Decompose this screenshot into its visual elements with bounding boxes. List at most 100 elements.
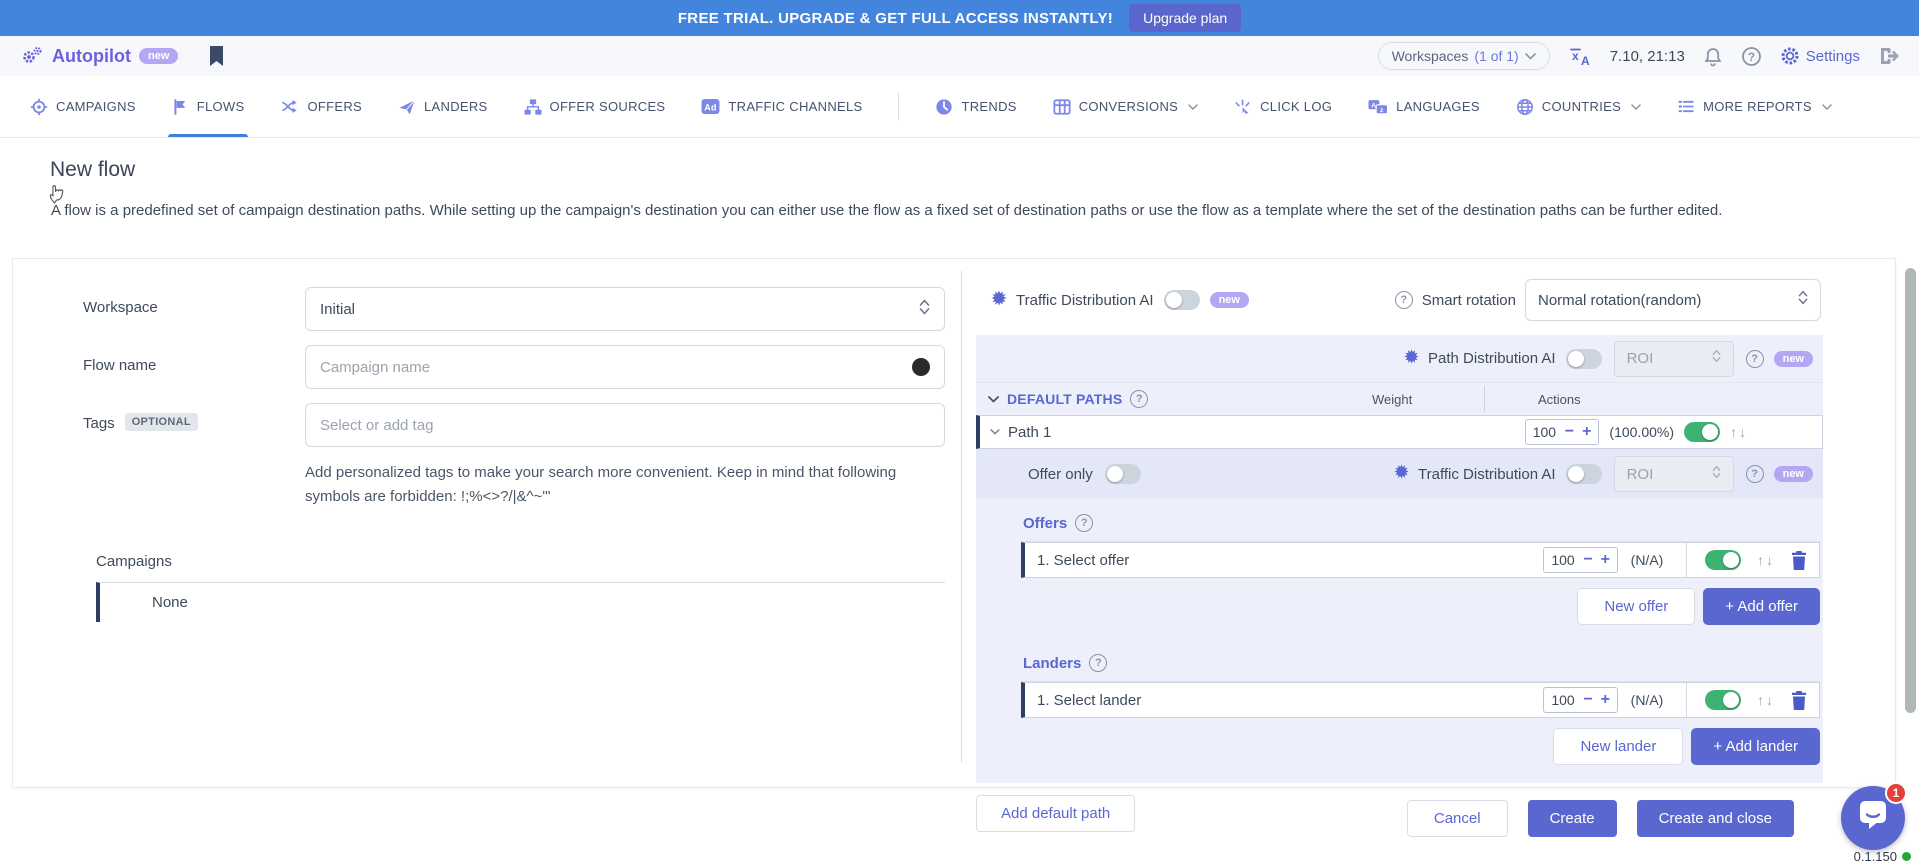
lander-name[interactable]: 1. Select lander — [1037, 692, 1543, 709]
languages-icon: Az — [1368, 98, 1388, 116]
weight-minus-button[interactable]: − — [1565, 424, 1574, 440]
add-lander-button[interactable]: + Add lander — [1691, 728, 1820, 765]
svg-text:?: ? — [1748, 52, 1755, 64]
flow-name-dot[interactable] — [912, 358, 930, 376]
autopilot-gears-icon — [20, 44, 44, 68]
svg-text:A: A — [1371, 102, 1376, 109]
nav-offers[interactable]: OFFERS — [280, 76, 362, 137]
path-enabled-toggle[interactable] — [1684, 422, 1720, 442]
nav-offer-sources[interactable]: OFFER SOURCES — [524, 76, 666, 137]
offers-help-icon[interactable]: ? — [1075, 514, 1093, 532]
path-row[interactable]: Path 1 100 − + (100.00%) ↑↓ — [976, 415, 1823, 449]
nav-campaigns[interactable]: CAMPAIGNS — [30, 76, 136, 137]
offer-row[interactable]: 1. Select offer 100 − + (N/A) ↑↓ — [1021, 542, 1820, 578]
trash-icon[interactable] — [1791, 551, 1807, 570]
path-ai-toggle[interactable] — [1566, 349, 1602, 369]
weight-plus-button[interactable]: + — [1601, 692, 1610, 708]
offer-reorder-arrows[interactable]: ↑↓ — [1757, 552, 1775, 568]
path-traffic-ai-help-icon[interactable]: ? — [1746, 465, 1764, 483]
gear-icon — [1780, 46, 1800, 66]
bell-icon[interactable] — [1703, 46, 1723, 67]
settings-button[interactable]: Settings — [1780, 46, 1860, 66]
nav-landers[interactable]: LANDERS — [398, 76, 488, 137]
ai-brain-icon — [990, 289, 1008, 312]
nav-label: TRENDS — [961, 99, 1016, 114]
smart-rotation-help-icon[interactable]: ? — [1395, 291, 1413, 309]
settings-label: Settings — [1806, 48, 1860, 65]
traffic-ai-toggle[interactable] — [1164, 290, 1200, 310]
nav-click-log[interactable]: CLICK LOG — [1234, 76, 1332, 137]
offers-heading-row: Offers ? — [1021, 499, 1820, 542]
create-and-close-button[interactable]: Create and close — [1637, 800, 1794, 837]
default-paths-label: DEFAULT PATHS — [1007, 391, 1122, 407]
flow-name-label: Flow name — [83, 345, 305, 389]
help-icon[interactable]: ? — [1741, 46, 1762, 67]
trial-banner: FREE TRIAL. UPGRADE & GET FULL ACCESS IN… — [0, 0, 1919, 36]
default-paths-help-icon[interactable]: ? — [1130, 390, 1148, 408]
path-traffic-ai-toggle[interactable] — [1566, 464, 1602, 484]
nav-languages[interactable]: Az LANGUAGES — [1368, 76, 1480, 137]
nav-countries[interactable]: COUNTRIES — [1516, 76, 1641, 137]
tags-label: Tags — [83, 415, 115, 432]
cancel-button[interactable]: Cancel — [1407, 800, 1508, 837]
new-lander-button[interactable]: New lander — [1553, 728, 1683, 765]
offer-name[interactable]: 1. Select offer — [1037, 552, 1543, 569]
smart-rotation-value: Normal rotation(random) — [1538, 292, 1790, 309]
workspaces-selector[interactable]: Workspaces (1 of 1) — [1378, 42, 1550, 70]
lander-weight-value[interactable]: 100 — [1551, 692, 1575, 708]
new-offer-button[interactable]: New offer — [1577, 588, 1695, 625]
weight-minus-button[interactable]: − — [1583, 692, 1592, 708]
default-paths-header[interactable]: DEFAULT PATHS ? — [988, 390, 1148, 408]
smart-rotation-group: ? Smart rotation Normal rotation(random) — [1395, 279, 1821, 321]
add-offer-button[interactable]: + Add offer — [1703, 588, 1820, 625]
brand[interactable]: Autopilot new — [20, 44, 178, 68]
brand-new-badge: new — [139, 48, 178, 64]
upgrade-plan-button[interactable]: Upgrade plan — [1129, 4, 1241, 32]
chevron-down-icon[interactable] — [990, 429, 1000, 435]
path-sections: Offers ? 1. Select offer 100 − + (N/A) — [976, 499, 1823, 765]
target-icon — [30, 98, 48, 116]
app-header: Autopilot new Workspaces (1 of 1) xA 7.1… — [0, 36, 1919, 76]
page-scrollbar[interactable] — [1905, 268, 1916, 713]
select-chevrons-icon — [1798, 290, 1808, 310]
page-title: New flow — [50, 158, 135, 182]
nav-traffic-channels[interactable]: Ad TRAFFIC CHANNELS — [701, 76, 862, 137]
landers-help-icon[interactable]: ? — [1089, 654, 1107, 672]
offer-weight-value[interactable]: 100 — [1551, 552, 1575, 568]
create-button[interactable]: Create — [1528, 800, 1617, 837]
lander-row[interactable]: 1. Select lander 100 − + (N/A) ↑↓ — [1021, 682, 1820, 718]
nav-more-reports[interactable]: MORE REPORTS — [1677, 76, 1832, 137]
select-chevrons-icon — [1712, 465, 1721, 484]
logout-icon[interactable] — [1878, 46, 1899, 66]
weight-minus-button[interactable]: − — [1583, 552, 1592, 568]
offer-only-row: Offer only Traffic Distribution AI ROI ? — [976, 449, 1823, 499]
sitemap-icon — [524, 98, 542, 116]
path-traffic-ai-metric-value: ROI — [1627, 466, 1704, 483]
chat-launcher[interactable]: 1 — [1841, 786, 1905, 850]
weight-plus-button[interactable]: + — [1582, 424, 1591, 440]
nav-trends[interactable]: TRENDS — [935, 76, 1016, 137]
nav-flows[interactable]: FLOWS — [172, 76, 245, 137]
trash-icon[interactable] — [1791, 691, 1807, 710]
path-ai-help-icon[interactable]: ? — [1746, 350, 1764, 368]
add-default-path-button[interactable]: Add default path — [976, 795, 1135, 832]
nav-conversions[interactable]: CONVERSIONS — [1053, 76, 1198, 137]
workspace-select[interactable]: Initial — [305, 287, 945, 331]
flow-name-input[interactable] — [320, 359, 902, 376]
smart-rotation-select[interactable]: Normal rotation(random) — [1525, 279, 1821, 321]
lander-enabled-toggle[interactable] — [1705, 690, 1741, 710]
column-separator — [1484, 386, 1485, 412]
path-traffic-ai-metric-select[interactable]: ROI — [1614, 456, 1734, 492]
tags-input[interactable] — [320, 417, 930, 434]
weight-plus-button[interactable]: + — [1601, 552, 1610, 568]
path-reorder-arrows[interactable]: ↑↓ — [1730, 424, 1748, 440]
bookmark-icon[interactable] — [208, 46, 225, 66]
path-weight-value[interactable]: 100 — [1533, 424, 1557, 440]
lander-reorder-arrows[interactable]: ↑↓ — [1757, 692, 1775, 708]
offer-actions: ↑↓ — [1686, 543, 1807, 577]
offer-weight-stepper: 100 − + — [1543, 547, 1618, 573]
offer-only-toggle[interactable] — [1105, 464, 1141, 484]
offer-enabled-toggle[interactable] — [1705, 550, 1741, 570]
path-ai-metric-select[interactable]: ROI — [1614, 341, 1734, 377]
translate-icon[interactable]: xA — [1568, 46, 1592, 67]
